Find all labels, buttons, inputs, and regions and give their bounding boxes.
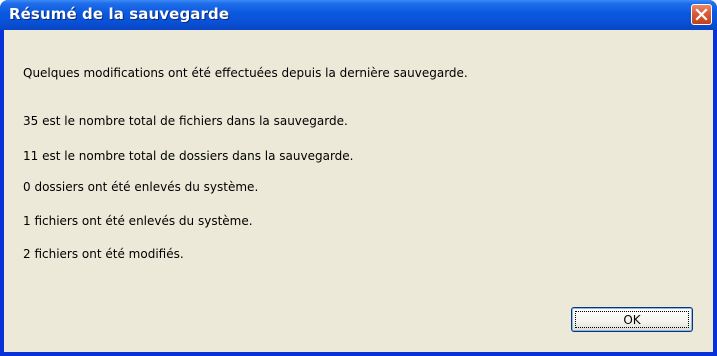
summary-intro: Quelques modifications ont été effectuée… bbox=[23, 66, 468, 80]
summary-line-folders-removed: 0 dossiers ont été enlevés du système. bbox=[23, 180, 259, 194]
window-title: Résumé de la sauvegarde bbox=[9, 5, 230, 23]
title-bar[interactable]: Résumé de la sauvegarde bbox=[0, 0, 717, 30]
ok-button[interactable]: OK bbox=[571, 307, 693, 332]
close-button[interactable] bbox=[691, 4, 712, 25]
dialog-content: Quelques modifications ont été effectuée… bbox=[4, 30, 713, 352]
dialog-window: Résumé de la sauvegarde Quelques modific… bbox=[0, 0, 717, 356]
summary-line-folders-total: 11 est le nombre total de dossiers dans … bbox=[23, 149, 354, 163]
ok-button-label: OK bbox=[623, 312, 641, 327]
summary-line-files-modified: 2 fichiers ont été modifiés. bbox=[23, 247, 184, 261]
summary-line-files-total: 35 est le nombre total de fichiers dans … bbox=[23, 114, 348, 128]
close-icon bbox=[695, 8, 708, 21]
summary-line-files-removed: 1 fichiers ont été enlevés du système. bbox=[23, 214, 253, 228]
